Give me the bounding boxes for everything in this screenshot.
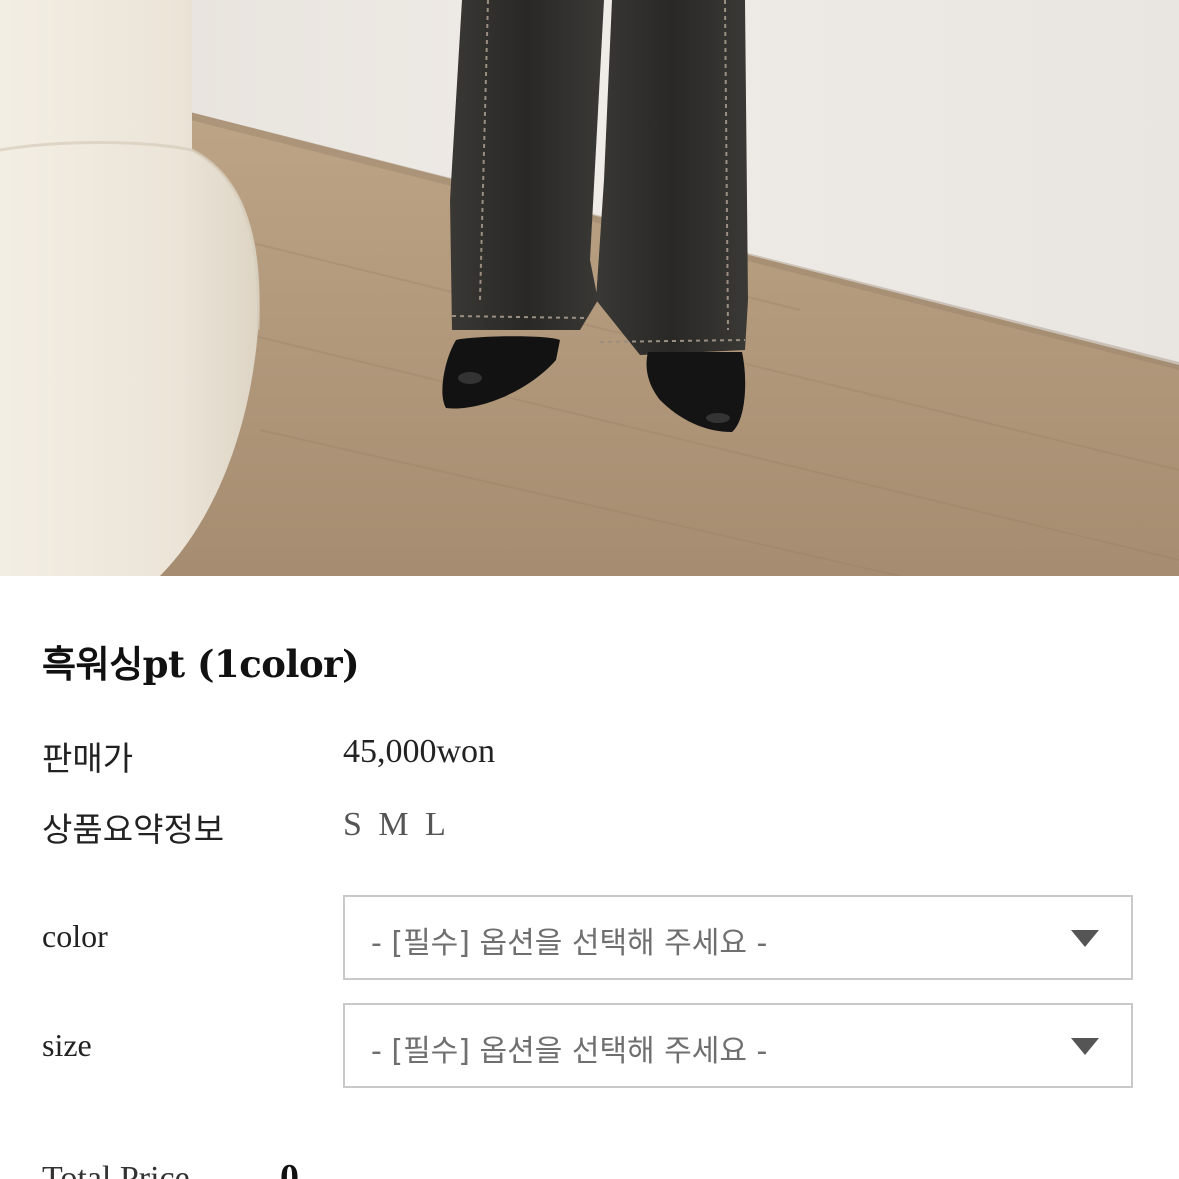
color-option-label: color [42, 918, 108, 954]
color-select[interactable]: - [필수] 옵션을 선택해 주세요 - [343, 895, 1133, 980]
product-title: 흑워싱pt (1color) [42, 642, 360, 686]
color-select-placeholder: - [필수] 옵션을 선택해 주세요 - [371, 926, 768, 961]
size-select-placeholder: - [필수] 옵션을 선택해 주세요 - [371, 1034, 768, 1069]
price-value: 45,000won [343, 733, 496, 770]
total-price-value: 0 [280, 1157, 299, 1179]
price-label: 판매가 [42, 739, 134, 778]
dropdown-arrow-icon [1071, 930, 1099, 947]
total-price-label: Total Price [42, 1160, 190, 1179]
size-select[interactable]: - [필수] 옵션을 선택해 주세요 - [343, 1003, 1133, 1088]
size-option-label: size [42, 1027, 92, 1063]
summary-value: S M L [343, 806, 450, 843]
summary-label: 상품요약정보 [42, 810, 225, 849]
dropdown-arrow-icon [1071, 1038, 1099, 1055]
product-image [0, 0, 1179, 576]
